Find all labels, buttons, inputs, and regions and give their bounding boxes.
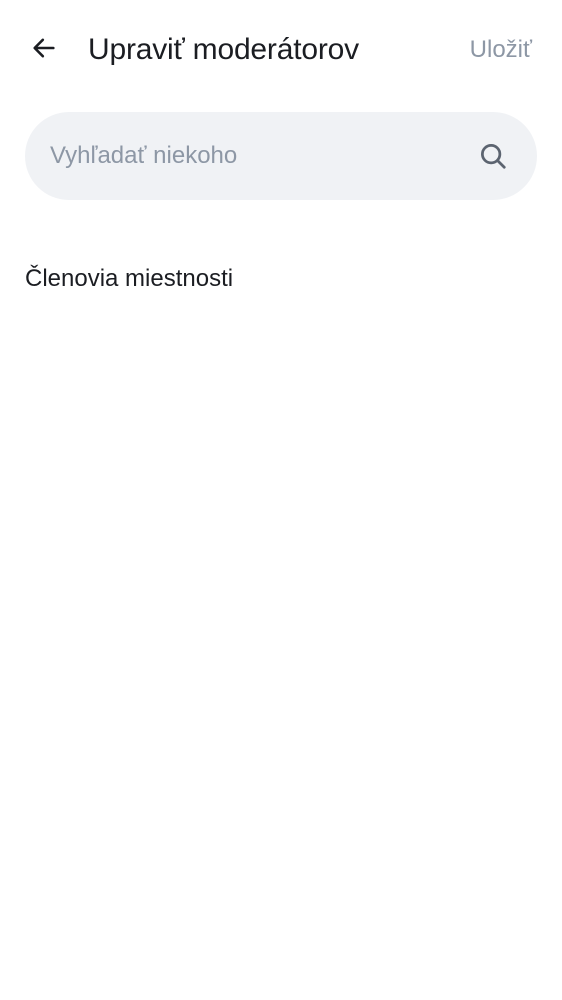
arrow-left-icon xyxy=(30,34,58,67)
app-bar: Upraviť moderátorov Uložiť xyxy=(0,0,562,100)
search-icon[interactable] xyxy=(477,140,509,172)
search-box[interactable] xyxy=(25,112,537,200)
search-input[interactable] xyxy=(50,112,470,200)
page-title: Upraviť moderátorov xyxy=(88,33,359,66)
room-members-heading: Členovia miestnosti xyxy=(25,265,234,292)
back-button[interactable] xyxy=(22,28,66,72)
save-button[interactable]: Uložiť xyxy=(470,32,532,68)
